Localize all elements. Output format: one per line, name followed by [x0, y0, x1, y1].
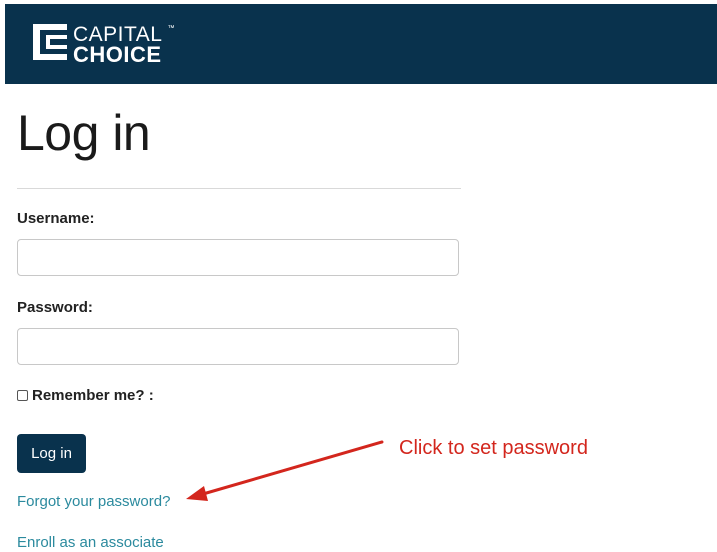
login-page: CAPITAL ™ CHOICE Log in Username: Passwor… — [0, 0, 717, 552]
annotation-arrow-icon — [186, 440, 384, 501]
annotation-callout: Click to set password — [399, 437, 588, 459]
